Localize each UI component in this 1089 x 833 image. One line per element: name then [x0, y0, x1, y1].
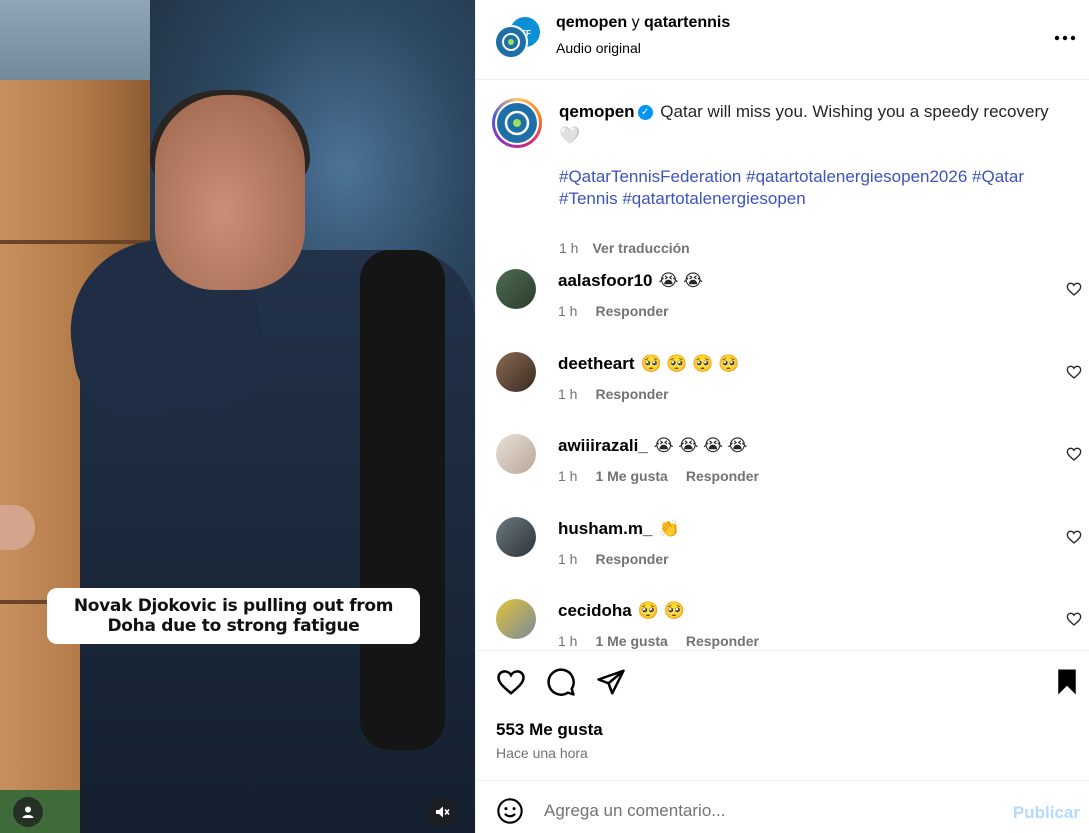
add-comment-bar: Publicar — [476, 780, 1089, 833]
post-timestamp: Hace una hora — [496, 745, 588, 761]
comment-meta: 1 h Responder — [558, 386, 687, 402]
caption-meta: 1 h Ver traducción — [559, 240, 690, 256]
caption-hashtags[interactable]: #QatarTennisFederation #qatartotalenergi… — [559, 166, 1059, 210]
comment-item: awiiirazali_ 😭 😭 😭 😭 1 h 1 Me gusta Respond… — [492, 434, 1082, 504]
comment-meta: 1 h 1 Me gusta Responder — [558, 468, 777, 484]
post-actions: 553 Me gusta Hace una hora — [476, 650, 1089, 780]
story-ring-avatar[interactable] — [492, 98, 542, 148]
comment-avatar[interactable] — [496, 269, 536, 309]
comment-text: 👏 — [658, 519, 680, 538]
comment-line: deetheart 🥺 🥺 🥺 🥺 — [558, 354, 739, 374]
saved-bookmark-icon[interactable] — [1052, 667, 1082, 697]
comment-reply-button[interactable]: Responder — [686, 633, 759, 649]
comment-like-heart-icon[interactable] — [1066, 529, 1082, 545]
comment-like-count[interactable]: 1 Me gusta — [595, 633, 667, 649]
header-user-qemopen[interactable]: qemopen — [556, 14, 627, 31]
comment-meta: 1 h Responder — [558, 551, 687, 567]
comment-username[interactable]: deetheart — [558, 354, 635, 373]
comment-item: husham.m_ 👏 1 h Responder — [492, 517, 1082, 587]
comment-line: aalasfoor10 😭 😭 — [558, 271, 703, 291]
comment-text: 🥺 🥺 🥺 🥺 — [640, 354, 740, 373]
comment-text: 😭 😭 — [658, 271, 703, 290]
caption-time: 1 h — [559, 240, 579, 256]
collab-avatars[interactable]: ITF — [494, 15, 542, 59]
comment-time: 1 h — [558, 551, 578, 567]
comment-text: 😭 😭 😭 😭 — [653, 436, 748, 455]
player-backpack-strap — [360, 250, 445, 750]
avatar-qemopen — [497, 103, 537, 143]
verified-badge-icon: ✓ — [637, 105, 653, 121]
comment-time: 1 h — [558, 468, 578, 484]
video-caption-box: Novak Djokovic is pulling out from Doha … — [47, 588, 420, 644]
user-icon — [22, 806, 34, 818]
cabinet-seam — [0, 240, 150, 244]
more-options-button[interactable] — [1054, 24, 1076, 47]
add-comment-input[interactable] — [544, 797, 964, 825]
comment-reply-button[interactable]: Responder — [595, 386, 668, 402]
post-video[interactable]: Novak Djokovic is pulling out from Doha … — [0, 0, 475, 833]
comment-like-count[interactable]: 1 Me gusta — [595, 468, 667, 484]
comment-meta: 1 h 1 Me gusta Responder — [558, 633, 777, 649]
more-horizontal-icon — [1054, 35, 1076, 41]
comment-like-heart-icon[interactable] — [1066, 281, 1082, 297]
translate-link[interactable]: Ver traducción — [592, 240, 689, 256]
like-heart-icon[interactable] — [496, 667, 526, 697]
comment-item: deetheart 🥺 🥺 🥺 🥺 1 h Responder — [492, 352, 1082, 422]
caption-username[interactable]: qemopen — [559, 102, 635, 121]
emoji-picker-icon[interactable] — [496, 797, 524, 825]
audio-link[interactable]: Audio original — [556, 40, 641, 56]
muted-speaker-icon — [436, 806, 450, 818]
comment-avatar[interactable] — [496, 434, 536, 474]
avatar-qemopen — [494, 25, 528, 59]
comment-like-heart-icon[interactable] — [1066, 446, 1082, 462]
header-connector: y — [627, 14, 645, 31]
comment-line: husham.m_ 👏 — [558, 519, 680, 539]
comment-meta: 1 h Responder — [558, 303, 687, 319]
player-head — [155, 95, 305, 290]
caption-text: qemopen ✓ Qatar will miss you. Wishing yo… — [559, 100, 1069, 148]
comment-reply-button[interactable]: Responder — [595, 551, 668, 567]
comment-avatar[interactable] — [496, 352, 536, 392]
comment-username[interactable]: aalasfoor10 — [558, 271, 653, 290]
comment-bubble-icon[interactable] — [546, 667, 576, 697]
comment-text: 🥺 🥺 — [637, 601, 685, 620]
header-user-qatartennis[interactable]: qatartennis — [644, 14, 730, 31]
comments-section[interactable]: qemopen ✓ Qatar will miss you. Wishing yo… — [476, 80, 1089, 650]
like-count[interactable]: 553 Me gusta — [496, 720, 603, 740]
comment-avatar[interactable] — [496, 517, 536, 557]
mute-toggle-button[interactable] — [427, 797, 457, 827]
comment-time: 1 h — [558, 303, 578, 319]
comment-line: cecidoha 🥺 🥺 — [558, 601, 685, 621]
comment-reply-button[interactable]: Responder — [595, 303, 668, 319]
comment-reply-button[interactable]: Responder — [686, 468, 759, 484]
post-header: ITF qemopen y qatartennis Audio original — [476, 0, 1089, 80]
publish-button[interactable]: Publicar — [1013, 803, 1080, 823]
comment-username[interactable]: husham.m_ — [558, 519, 652, 538]
post-panel: ITF qemopen y qatartennis Audio original… — [475, 0, 1089, 833]
comment-like-heart-icon[interactable] — [1066, 611, 1082, 627]
comment-avatar[interactable] — [496, 599, 536, 639]
share-paper-plane-icon[interactable] — [596, 667, 626, 697]
comment-line: awiiirazali_ 😭 😭 😭 😭 — [558, 436, 747, 456]
comment-time: 1 h — [558, 386, 578, 402]
tagged-users-button[interactable] — [13, 797, 43, 827]
comment-like-heart-icon[interactable] — [1066, 364, 1082, 380]
comment-username[interactable]: awiiirazali_ — [558, 436, 648, 455]
header-usernames: qemopen y qatartennis — [556, 14, 730, 32]
comment-item: aalasfoor10 😭 😭 1 h Responder — [492, 269, 1082, 339]
comment-item: cecidoha 🥺 🥺 1 h 1 Me gusta Responder — [492, 599, 1082, 650]
comment-time: 1 h — [558, 633, 578, 649]
comment-username[interactable]: cecidoha — [558, 601, 632, 620]
video-caption-text: Novak Djokovic is pulling out from Doha … — [73, 596, 394, 636]
